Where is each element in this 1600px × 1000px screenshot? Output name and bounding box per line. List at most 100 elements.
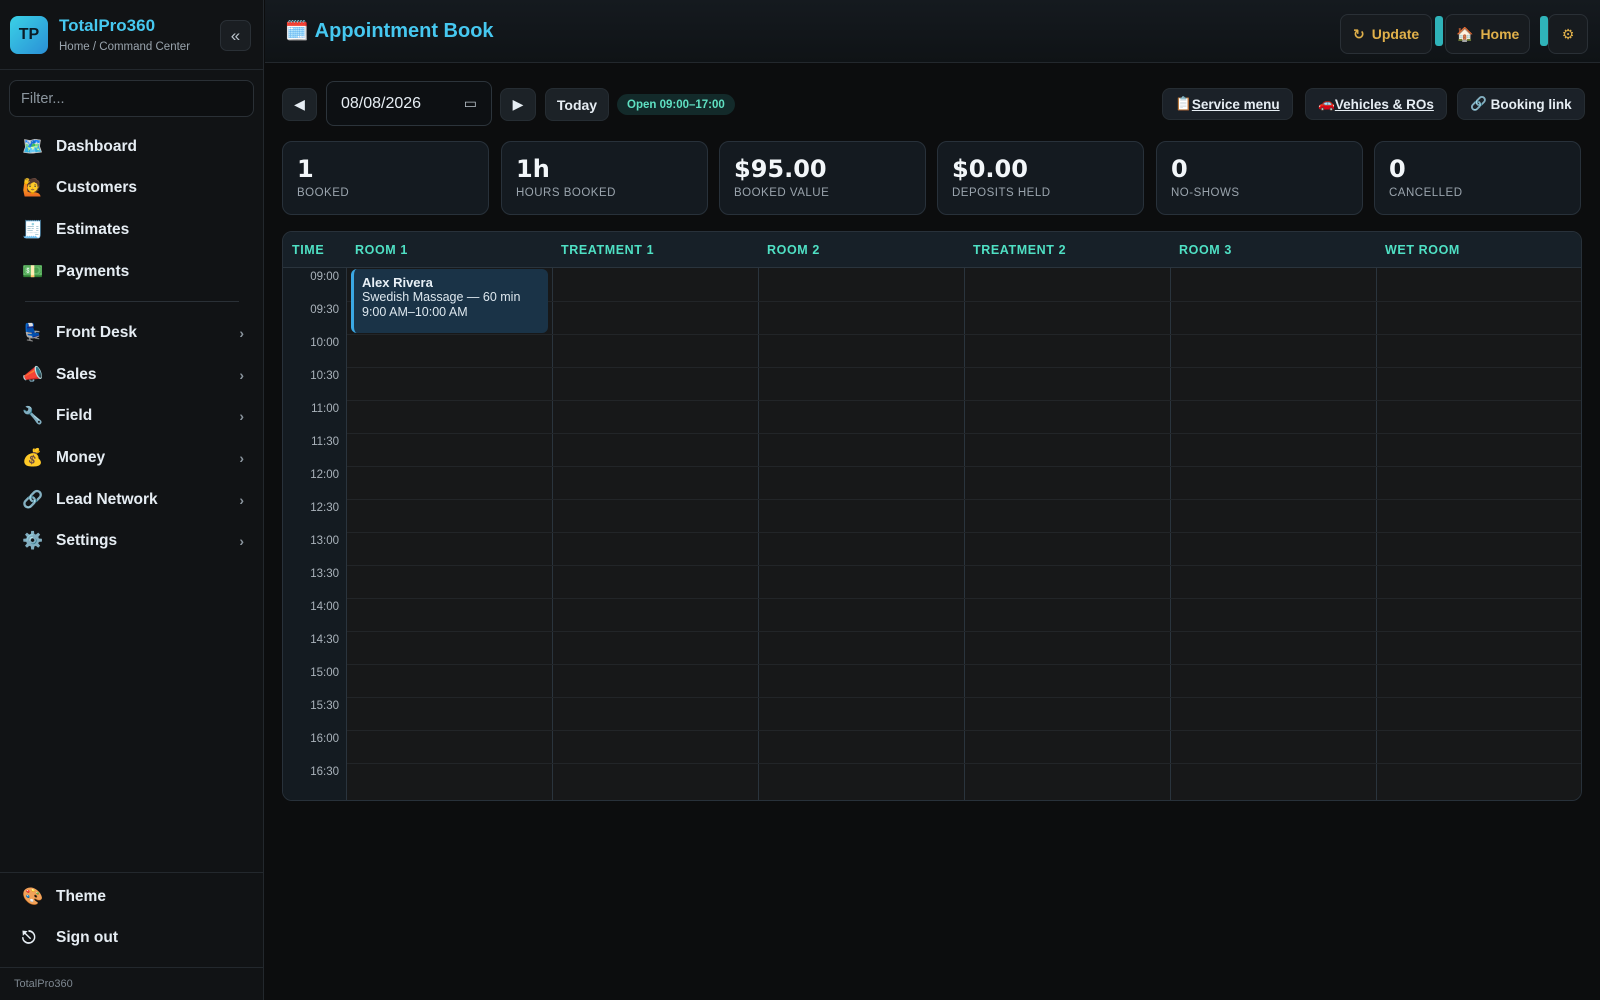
refresh-icon: ↻ — [1353, 25, 1365, 42]
page-title-text: Appointment Book — [314, 20, 494, 42]
time-label: 12:30 — [310, 502, 339, 514]
sidebar-item-theme[interactable]: 🎨 Theme — [0, 876, 264, 918]
update-button[interactable]: ↻ Update — [1340, 14, 1433, 54]
appointment-card[interactable]: Alex Rivera Swedish Massage — 60 min 9:0… — [351, 269, 548, 333]
chevron-right-icon: › — [239, 325, 244, 342]
stat-label: CANCELLED — [1389, 187, 1463, 199]
schedule-column-room-2[interactable] — [759, 268, 965, 800]
palette-icon: 🎨 — [22, 886, 44, 906]
schedule-column-treatment-1[interactable] — [553, 268, 759, 800]
time-label: 09:30 — [310, 304, 339, 316]
slot-divider — [347, 499, 1581, 500]
schedule-column-wet-room[interactable] — [1377, 268, 1581, 800]
slot-divider — [347, 433, 1581, 434]
sidebar-group-lead-network[interactable]: 🔗 Lead Network › — [0, 479, 264, 521]
sidebar-item-payments[interactable]: 💵 Payments — [0, 251, 264, 293]
stat-cancelled: 0 CANCELLED — [1374, 141, 1581, 215]
link-icon: 🔗 — [1470, 96, 1487, 111]
sidebar-item-label: Sign out — [56, 929, 118, 947]
schedule-column-treatment-2[interactable] — [965, 268, 1171, 800]
next-day-button[interactable]: ▶ — [500, 88, 536, 121]
sidebar-item-label: Payments — [56, 262, 130, 280]
page-title: 🗓️ Appointment Book — [285, 19, 494, 43]
link-icon: 🔗 — [22, 489, 44, 509]
slot-divider — [347, 631, 1581, 632]
sidebar-footer: TotalPro360 — [0, 967, 264, 1000]
appointment-service: Swedish Massage — 60 min — [362, 290, 521, 304]
today-button[interactable]: Today — [545, 88, 609, 121]
calendar-picker-icon[interactable]: ▭ — [464, 95, 477, 112]
schedule-grid: TIME ROOM 1 TREATMENT 1 ROOM 2 TREATMENT… — [282, 231, 1582, 801]
time-label: 10:30 — [310, 370, 339, 382]
settings-button[interactable]: ⚙ — [1548, 14, 1588, 54]
stat-deposits-held: $0.00 DEPOSITS HELD — [937, 141, 1144, 215]
sidebar-item-estimates[interactable]: 🧾 Estimates — [0, 209, 264, 251]
sidebar-group-sales[interactable]: 📣 Sales › — [0, 354, 264, 396]
stat-hours-booked: 1h HOURS BOOKED — [501, 141, 708, 215]
home-button[interactable]: 🏠 Home — [1445, 14, 1531, 54]
header-accent-strip — [1435, 16, 1443, 46]
sidebar-item-label: Theme — [56, 887, 106, 905]
stat-value: $0.00 — [952, 155, 1028, 183]
sign-out-icon: ⎋ — [22, 928, 36, 948]
sidebar-item-label: Estimates — [56, 220, 130, 238]
vehicles-ros-link[interactable]: 🚗 Vehicles & ROs — [1305, 88, 1447, 120]
sidebar-group-front-desk[interactable]: 💺 Front Desk › — [0, 312, 264, 354]
sidebar-item-customers[interactable]: 🙋 Customers — [0, 168, 264, 210]
sidebar-group-field[interactable]: 🔧 Field › — [0, 396, 264, 438]
stat-value: 0 — [1171, 155, 1188, 183]
time-label: 11:00 — [311, 403, 339, 415]
money-icon: 💵 — [22, 261, 44, 281]
slot-divider — [347, 334, 1581, 335]
time-label: 13:00 — [310, 535, 339, 547]
sidebar-group-money[interactable]: 💰 Money › — [0, 437, 264, 479]
chevron-right-icon: › — [239, 533, 244, 550]
sidebar-nav: 🗺️ Dashboard 🙋 Customers 🧾 Estimates 💵 P… — [0, 126, 264, 562]
car-icon: 🚗 — [1318, 96, 1335, 111]
gear-icon: ⚙️ — [22, 531, 44, 551]
stat-label: BOOKED — [297, 187, 350, 199]
gear-icon: ⚙ — [1561, 25, 1575, 42]
time-label: 16:30 — [310, 766, 339, 778]
page-header: 🗓️ Appointment Book ↻ Update 🏠 Home ⚙ — [265, 0, 1600, 63]
sidebar-item-label: Settings — [56, 532, 118, 550]
sidebar-item-label: Money — [56, 448, 106, 466]
schedule-column-room-1[interactable] — [347, 268, 553, 800]
stat-no-shows: 0 NO-SHOWS — [1156, 141, 1363, 215]
time-column: 09:00 09:30 10:00 10:30 11:00 11:30 12:0… — [283, 268, 347, 800]
collapse-sidebar-button[interactable]: « — [220, 20, 251, 51]
booking-link-button[interactable]: 🔗 Booking link — [1457, 88, 1585, 120]
schedule-column-room-3[interactable] — [1171, 268, 1377, 800]
service-menu-link[interactable]: 📋 Service menu — [1162, 88, 1293, 120]
vehicles-label: Vehicles & ROs — [1334, 96, 1434, 112]
sidebar-divider — [25, 301, 239, 303]
sidebar-item-dashboard[interactable]: 🗺️ Dashboard — [0, 126, 264, 168]
sidebar-item-sign-out[interactable]: ⎋ Sign out — [0, 918, 264, 960]
date-input[interactable]: 08/08/2026 ▭ — [326, 81, 492, 126]
time-label: 14:30 — [310, 634, 339, 646]
app-logo[interactable]: TP — [10, 15, 48, 54]
time-label: 13:30 — [310, 568, 339, 580]
slot-divider — [347, 400, 1581, 401]
sidebar-group-settings[interactable]: ⚙️ Settings › — [0, 520, 264, 562]
sidebar-item-label: Front Desk — [56, 324, 137, 342]
stat-value: 1 — [297, 155, 314, 183]
stat-label: DEPOSITS HELD — [952, 187, 1051, 199]
time-label: 10:00 — [310, 337, 339, 349]
slot-divider — [347, 664, 1581, 665]
slot-divider — [347, 598, 1581, 599]
home-icon: 🏠 — [1456, 25, 1474, 42]
appointment-client: Alex Rivera — [362, 275, 433, 290]
chevron-right-icon: › — [239, 366, 244, 383]
chevron-right-icon: › — [239, 449, 244, 466]
booking-link-label: Booking link — [1490, 96, 1572, 112]
previous-day-button[interactable]: ◀ — [282, 88, 317, 121]
update-label: Update — [1371, 26, 1420, 42]
stat-value: $95.00 — [734, 155, 827, 183]
wrench-icon: 🔧 — [22, 406, 44, 426]
time-label: 09:00 — [310, 271, 339, 283]
stat-booked-value: $95.00 BOOKED VALUE — [719, 141, 926, 215]
sidebar-filter-input[interactable] — [9, 80, 254, 117]
column-header-wet-room: WET ROOM — [1385, 243, 1460, 257]
app-name: TotalPro360 — [59, 16, 156, 35]
